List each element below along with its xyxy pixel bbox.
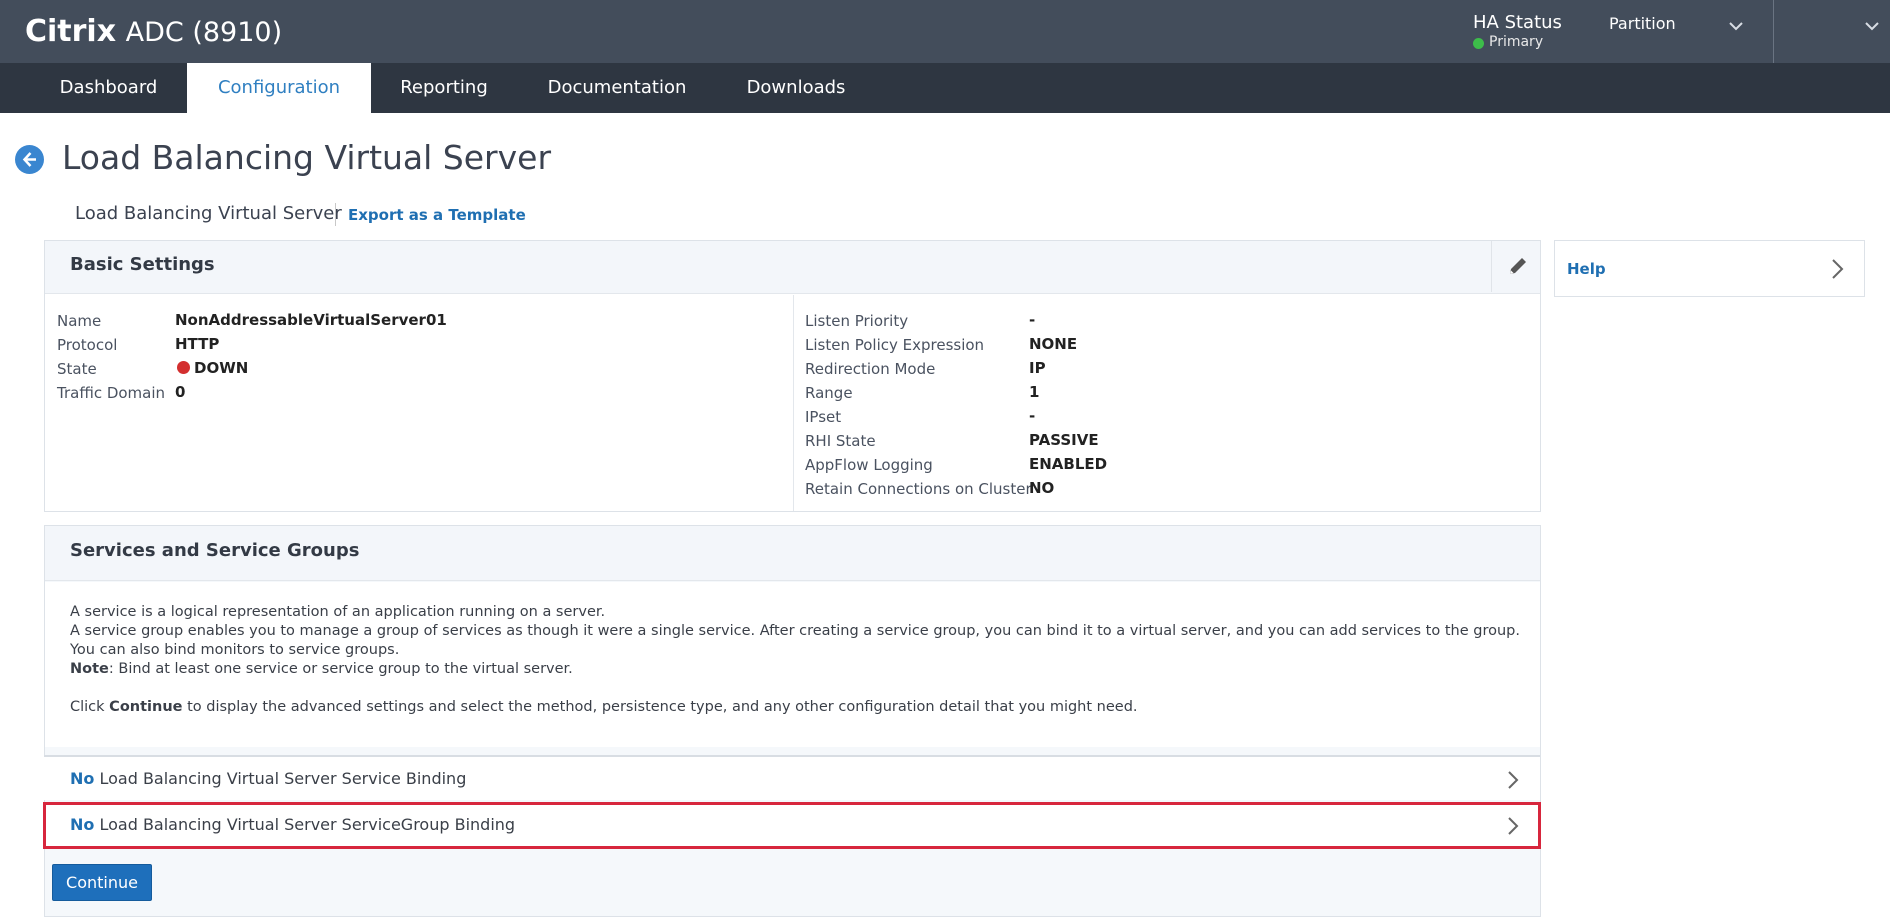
services-title: Services and Service Groups	[70, 540, 360, 561]
rhi-state-value: PASSIVE	[1029, 431, 1099, 449]
service-binding-text: No Load Balancing Virtual Server Service…	[70, 769, 466, 788]
retain-connections-value: NO	[1029, 479, 1055, 497]
service-binding-label: Load Balancing Virtual Server Service Bi…	[94, 769, 467, 788]
range-label: Range	[805, 384, 853, 402]
ha-status-state: Primary	[1473, 34, 1562, 50]
chevron-right-icon	[1832, 259, 1844, 279]
help-label: Help	[1567, 260, 1606, 278]
brand-model: ADC (8910)	[125, 17, 283, 48]
note-line: Note: Bind at least one service or servi…	[70, 660, 1530, 679]
servicegroup-binding-label: Load Balancing Virtual Server ServiceGro…	[94, 815, 516, 834]
tab-downloads[interactable]: Downloads	[731, 63, 861, 113]
service-binding-row[interactable]: No Load Balancing Virtual Server Service…	[44, 755, 1540, 800]
tab-configuration[interactable]: Configuration	[187, 63, 371, 113]
listen-priority-value: -	[1029, 311, 1036, 329]
services-description: A service is a logical representation of…	[70, 603, 1530, 717]
servicegroup-binding-text: No Load Balancing Virtual Server Service…	[70, 815, 515, 834]
help-panel[interactable]: Help	[1554, 240, 1865, 297]
listen-policy-label: Listen Policy Expression	[805, 336, 985, 354]
tab-reporting[interactable]: Reporting	[380, 63, 508, 113]
page-title: Load Balancing Virtual Server	[62, 138, 552, 177]
chevron-down-icon[interactable]	[1726, 16, 1746, 40]
services-panel	[44, 525, 1541, 917]
chevron-right-icon	[1508, 771, 1519, 789]
product-brand: Citrix ADC (8910)	[25, 14, 282, 49]
ha-status-title: HA Status	[1473, 12, 1562, 33]
back-arrow-icon[interactable]	[15, 145, 44, 174]
breadcrumb-divider	[335, 203, 336, 226]
ha-state-label: Primary	[1489, 34, 1544, 50]
header-divider	[1773, 0, 1774, 63]
service-binding-count: No	[70, 769, 95, 788]
column-divider	[793, 295, 794, 511]
instruction-suffix: to display the advanced settings and sel…	[182, 699, 1138, 715]
name-label: Name	[57, 312, 102, 330]
protocol-label: Protocol	[57, 336, 118, 354]
appflow-logging-value: ENABLED	[1029, 455, 1108, 473]
traffic-domain-label: Traffic Domain	[57, 384, 166, 402]
partition-selector-label[interactable]: Partition	[1609, 14, 1676, 33]
edit-button[interactable]	[1491, 241, 1540, 292]
appflow-logging-label: AppFlow Logging	[805, 456, 933, 474]
tab-documentation[interactable]: Documentation	[533, 63, 701, 113]
note-text: : Bind at least one service or service g…	[108, 661, 573, 677]
retain-connections-label: Retain Connections on Cluster	[805, 480, 1032, 498]
basic-settings-panel	[44, 240, 1541, 512]
ha-status[interactable]: HA Status Primary	[1473, 12, 1562, 50]
continue-button[interactable]: Continue	[52, 864, 152, 901]
servicegroup-binding-row[interactable]: No Load Balancing Virtual Server Service…	[44, 802, 1540, 847]
note-label: Note	[70, 661, 109, 677]
listen-priority-label: Listen Priority	[805, 312, 909, 330]
servicegroup-binding-count: No	[70, 815, 95, 834]
tab-dashboard[interactable]: Dashboard	[36, 63, 181, 113]
state-text: DOWN	[194, 359, 249, 377]
state-value: DOWN	[177, 359, 248, 377]
rhi-state-label: RHI State	[805, 432, 876, 450]
ipset-label: IPset	[805, 408, 842, 426]
status-down-icon	[177, 361, 190, 374]
instruction-prefix: Click	[70, 699, 110, 715]
name-value: NonAddressableVirtualServer01	[175, 311, 447, 329]
status-dot-icon	[1473, 37, 1484, 49]
redirection-mode-value: IP	[1029, 359, 1046, 377]
user-menu-chevron-icon[interactable]	[1862, 16, 1882, 40]
main-nav: Dashboard Configuration Reporting Docume…	[0, 63, 1890, 113]
chevron-right-icon	[1508, 817, 1519, 835]
breadcrumb: Load Balancing Virtual Server	[75, 203, 342, 224]
continue-instruction: Click Continue to display the advanced s…	[70, 698, 1530, 717]
pencil-icon	[1510, 258, 1526, 274]
protocol-value: HTTP	[175, 335, 220, 353]
range-value: 1	[1029, 383, 1040, 401]
service-group-description-line: A service group enables you to manage a …	[70, 623, 1520, 658]
traffic-domain-value: 0	[175, 383, 186, 401]
top-header: Citrix ADC (8910) HA Status Primary Part…	[0, 0, 1890, 63]
listen-policy-value: NONE	[1029, 335, 1078, 353]
service-description-line: A service is a logical representation of…	[70, 604, 606, 620]
basic-settings-header	[45, 241, 1540, 294]
instruction-bold: Continue	[109, 699, 183, 715]
ipset-value: -	[1029, 407, 1036, 425]
redirection-mode-label: Redirection Mode	[805, 360, 936, 378]
brand-name: Citrix	[25, 14, 117, 49]
export-template-link[interactable]: Export as a Template	[348, 206, 526, 224]
basic-settings-title: Basic Settings	[70, 254, 215, 275]
state-label: State	[57, 360, 97, 378]
